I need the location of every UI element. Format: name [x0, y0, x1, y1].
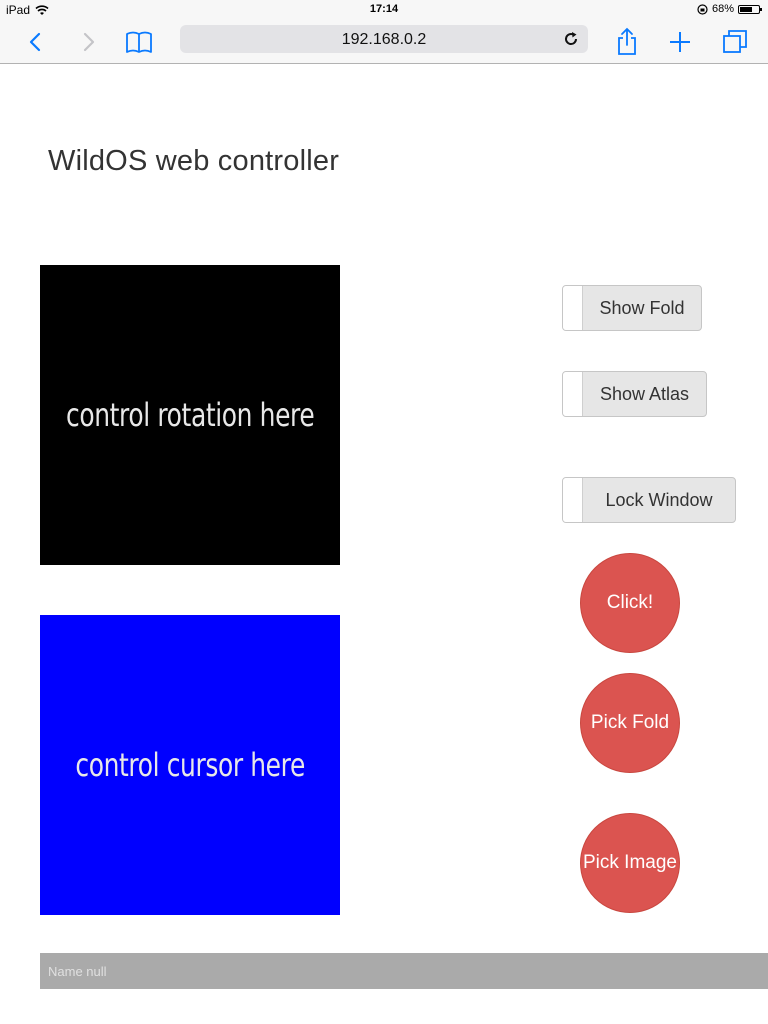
- orientation-lock-icon: [697, 3, 708, 15]
- cursor-pad-label: control cursor here: [75, 746, 305, 784]
- lock-window-toggle[interactable]: Lock Window: [562, 477, 736, 523]
- show-fold-toggle[interactable]: Show Fold: [562, 285, 702, 331]
- address-bar[interactable]: 192.168.0.2: [180, 25, 588, 53]
- status-right: 68%: [697, 3, 762, 15]
- click-button-label: Click!: [606, 592, 654, 613]
- back-icon[interactable]: [20, 26, 52, 58]
- lock-window-label: Lock Window: [605, 490, 713, 510]
- new-tab-icon[interactable]: [664, 26, 696, 58]
- tabs-icon[interactable]: [719, 26, 751, 58]
- rotation-pad-label: control rotation here: [65, 396, 315, 434]
- pick-image-button[interactable]: Pick Image: [580, 813, 680, 913]
- page-title: WildOS web controller: [48, 145, 340, 177]
- status-strip: Name null: [40, 953, 768, 989]
- pick-fold-button[interactable]: Pick Fold: [580, 673, 680, 773]
- show-atlas-label: Show Atlas: [599, 384, 690, 404]
- show-atlas-toggle[interactable]: Show Atlas: [562, 371, 707, 417]
- ios-status-bar: iPad 17:14 68%: [0, 0, 768, 20]
- battery-icon: [738, 4, 762, 14]
- pick-fold-button-label: Pick Fold: [590, 712, 670, 733]
- toggle-knob: [563, 478, 583, 522]
- toggle-knob: [563, 372, 583, 416]
- forward-icon[interactable]: [72, 26, 104, 58]
- browser-toolbar: 192.168.0.2: [0, 20, 768, 64]
- status-time: 17:14: [369, 3, 399, 15]
- rotation-control-pad[interactable]: control rotation here: [40, 265, 340, 565]
- cursor-control-pad[interactable]: control cursor here: [40, 615, 340, 915]
- reload-icon[interactable]: [562, 30, 580, 48]
- show-fold-label: Show Fold: [599, 298, 685, 318]
- status-text: Name null: [48, 963, 107, 979]
- pick-image-button-label: Pick Image: [583, 852, 677, 873]
- url-text: 192.168.0.2: [341, 31, 427, 48]
- share-icon[interactable]: [611, 26, 643, 58]
- toggle-knob: [563, 286, 583, 330]
- click-button[interactable]: Click!: [580, 553, 680, 653]
- battery-percent: 68%: [711, 3, 734, 15]
- battery-fill: [740, 6, 752, 12]
- bookmarks-icon[interactable]: [123, 26, 155, 58]
